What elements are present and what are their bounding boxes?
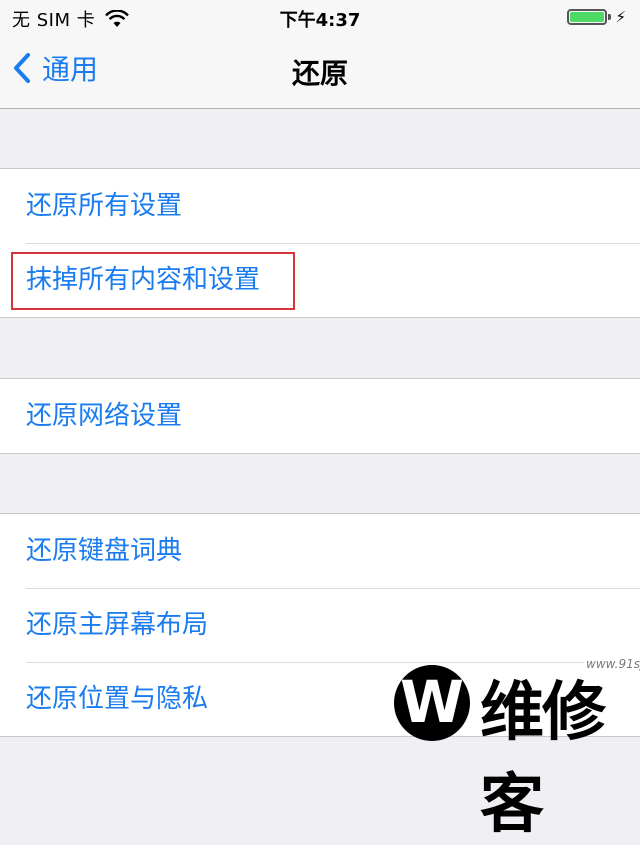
watermark-brand: 维修客 [480,676,606,842]
battery-fill [570,12,605,22]
reset-group-1: 还原所有设置 抹掉所有内容和设置 [0,168,640,318]
status-time: 下午4:37 [279,10,361,31]
row-label: 还原所有设置 [26,191,183,221]
status-bar: 无 SIM 卡 下午4:37 ⚡ [0,0,640,34]
watermark-url: www.91sjw.c [584,657,640,671]
row-label: 抹掉所有内容和设置 [26,265,261,295]
reset-all-settings-item[interactable]: 还原所有设置 [0,169,640,243]
row-label: 还原位置与隐私 [26,684,209,714]
page-title: 还原 [291,57,348,90]
battery-icon [567,9,608,25]
reset-keyboard-dictionary-item[interactable]: 还原键盘词典 [0,514,640,588]
reset-group-2: 还原网络设置 [0,378,640,454]
navigation-bar: 通用 还原 [0,34,640,109]
row-label: 还原键盘词典 [26,536,183,566]
battery-cap [608,14,612,20]
charging-bolt-icon: ⚡ [615,8,626,26]
reset-home-screen-layout-item[interactable]: 还原主屏幕布局 [0,588,640,662]
row-label: 还原主屏幕布局 [26,610,209,640]
battery-indicator: ⚡ [567,8,626,26]
watermark: W 维修客 www.91sjw.c [340,655,640,842]
watermark-logo-icon: W [394,665,470,741]
reset-network-settings-item[interactable]: 还原网络设置 [0,379,640,453]
erase-all-content-and-settings-item[interactable]: 抹掉所有内容和设置 [0,243,640,317]
row-label: 还原网络设置 [26,401,183,431]
